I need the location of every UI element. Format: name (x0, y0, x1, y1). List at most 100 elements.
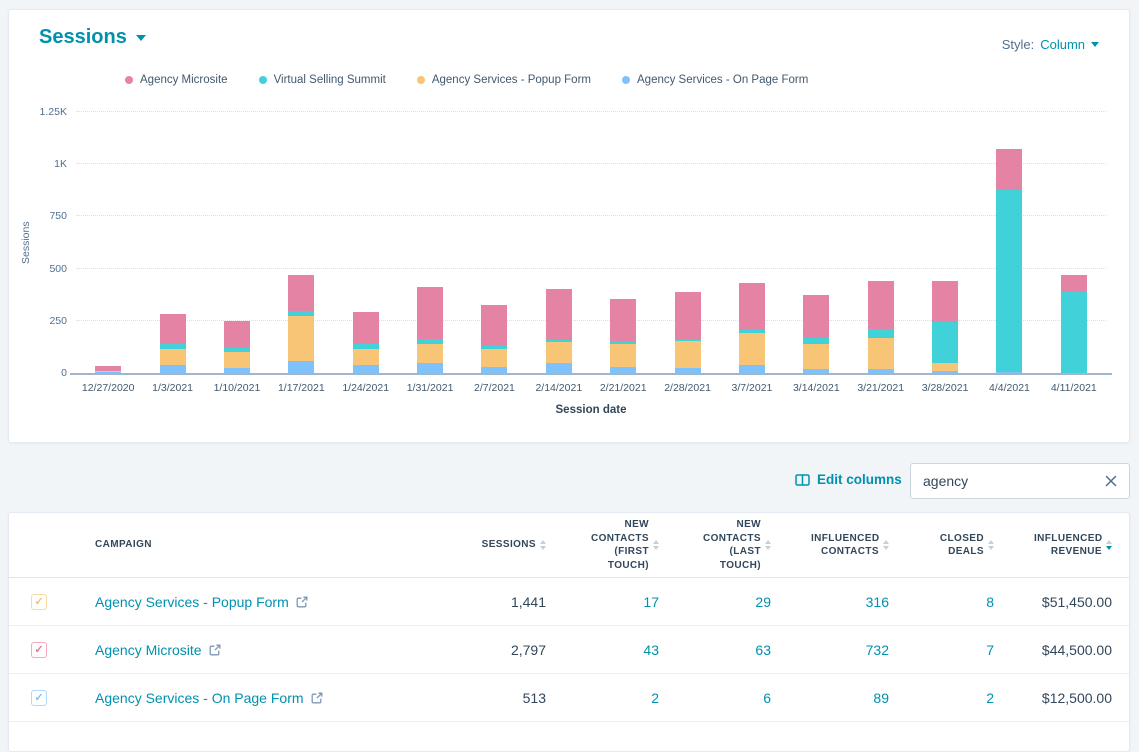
bar-slot (784, 112, 848, 373)
bar-2/14/2021[interactable] (545, 289, 572, 373)
metric-link[interactable]: 8 (889, 594, 994, 610)
bar-segment[interactable] (610, 299, 637, 341)
close-icon[interactable] (1104, 474, 1118, 488)
metric-link[interactable]: 63 (659, 642, 771, 658)
bar-segment[interactable] (610, 343, 637, 367)
x-tick-label: 1/17/2021 (277, 382, 325, 394)
bar-segment[interactable] (159, 365, 186, 373)
metric-link[interactable]: 29 (659, 594, 771, 610)
bar-slot (269, 112, 333, 373)
bar-segment[interactable] (288, 315, 315, 361)
bar-2/21/2021[interactable] (610, 299, 637, 373)
x-tick-label: 3/21/2021 (857, 382, 905, 394)
bar-segment[interactable] (996, 148, 1023, 191)
search-input[interactable] (911, 473, 1104, 489)
legend-item[interactable]: Agency Services - Popup Form (416, 74, 591, 86)
bar-segment[interactable] (288, 360, 315, 373)
bar-segment[interactable] (417, 343, 444, 363)
legend-item[interactable]: Agency Services - On Page Form (622, 74, 808, 86)
bar-segment[interactable] (996, 190, 1023, 372)
bar-slot (913, 112, 977, 373)
bar-segment[interactable] (352, 348, 379, 366)
bar-segment[interactable] (932, 321, 959, 364)
campaign-link[interactable]: Agency Microsite (95, 642, 221, 658)
bar-4/11/2021[interactable] (1060, 274, 1087, 373)
column-header-new_contacts_first_touch[interactable]: NEW CONTACTS (FIRST TOUCH) (546, 518, 659, 572)
bar-segment[interactable] (867, 337, 894, 369)
bar-segment[interactable] (223, 321, 250, 348)
column-header-influenced_contacts[interactable]: INFLUENCED CONTACTS (771, 532, 889, 559)
bar-1/17/2021[interactable] (288, 274, 315, 373)
bar-segment[interactable] (738, 283, 765, 331)
legend-item[interactable]: Agency Microsite (125, 74, 228, 86)
bar-segment[interactable] (159, 314, 186, 344)
bar-2/7/2021[interactable] (481, 304, 508, 373)
x-tick-label: 12/27/2020 (81, 382, 135, 394)
table-row: ✓ Agency Services - Popup Form 1,441 17 29 31… (9, 578, 1129, 626)
bar-segment[interactable] (867, 280, 894, 329)
bar-segment[interactable] (417, 362, 444, 373)
bar-3/21/2021[interactable] (867, 280, 894, 373)
table-header-row: CAMPAIGN SESSIONS NEW CONTACTS (FIRST TOUC… (9, 513, 1129, 578)
bar-segment[interactable] (867, 328, 894, 338)
edit-columns-button[interactable]: Edit columns (795, 472, 902, 487)
bar-segment[interactable] (481, 304, 508, 346)
metric-link[interactable]: 17 (546, 594, 659, 610)
bar-segment[interactable] (738, 365, 765, 373)
bar-segment[interactable] (288, 274, 315, 311)
column-header-new_contacts_last_touch[interactable]: NEW CONTACTS (LAST TOUCH) (659, 518, 771, 572)
metric-link[interactable]: 2 (889, 690, 994, 706)
column-header-closed_deals[interactable]: CLOSED DEALS (889, 532, 994, 559)
metric-link[interactable]: 6 (659, 690, 771, 706)
bar-1/10/2021[interactable] (223, 321, 250, 373)
bar-segment[interactable] (545, 289, 572, 340)
bar-1/3/2021[interactable] (159, 314, 186, 373)
campaign-link[interactable]: Agency Services - Popup Form (95, 594, 308, 610)
metric-link[interactable]: 43 (546, 642, 659, 658)
column-header-label: CAMPAIGN (95, 539, 152, 551)
bar-segment[interactable] (738, 332, 765, 366)
metric-link[interactable]: 7 (889, 642, 994, 658)
bar-segment[interactable] (223, 351, 250, 368)
row-checkbox[interactable]: ✓ (31, 641, 47, 658)
bar-4/4/2021[interactable] (996, 148, 1023, 373)
bar-segment[interactable] (352, 365, 379, 373)
bar-segment[interactable] (803, 294, 830, 338)
bar-1/31/2021[interactable] (417, 286, 444, 373)
bar-12/27/2020[interactable] (95, 365, 122, 373)
bar-segment[interactable] (1060, 291, 1087, 373)
bar-segment[interactable] (159, 348, 186, 366)
metric-link[interactable]: 2 (546, 690, 659, 706)
bar-3/14/2021[interactable] (803, 294, 830, 373)
row-checkbox[interactable]: ✓ (31, 689, 47, 706)
bar-segment[interactable] (803, 343, 830, 370)
bar-3/28/2021[interactable] (932, 280, 959, 373)
campaign-link[interactable]: Agency Services - On Page Form (95, 690, 323, 706)
metric-link[interactable]: 89 (771, 690, 889, 706)
metric-link[interactable]: 732 (771, 642, 889, 658)
style-dropdown[interactable]: Column (1040, 37, 1099, 52)
bar-1/24/2021[interactable] (352, 311, 379, 373)
report-title-dropdown[interactable]: Sessions (39, 26, 146, 49)
bar-2/28/2021[interactable] (674, 292, 701, 373)
x-tick-label: 4/4/2021 (989, 382, 1030, 394)
cell-new_contacts_first_touch: 17 (546, 594, 659, 610)
table-search (910, 463, 1130, 499)
bar-3/7/2021[interactable] (738, 283, 765, 373)
column-header-influenced_revenue[interactable]: INFLUENCED REVENUE (994, 532, 1129, 559)
metric-link[interactable]: 316 (771, 594, 889, 610)
legend-item[interactable]: Virtual Selling Summit (258, 74, 386, 86)
bar-segment[interactable] (1060, 274, 1087, 292)
bar-segment[interactable] (545, 362, 572, 373)
bar-segment[interactable] (674, 292, 701, 339)
bar-segment[interactable] (417, 286, 444, 339)
bar-segment[interactable] (674, 341, 701, 368)
bar-segment[interactable] (932, 363, 959, 371)
bar-segment[interactable] (545, 342, 572, 363)
column-header-sessions[interactable]: SESSIONS (389, 538, 546, 552)
row-checkbox[interactable]: ✓ (31, 593, 47, 610)
bar-segment[interactable] (932, 280, 959, 322)
bar-segment[interactable] (352, 311, 379, 344)
bar-segment[interactable] (481, 348, 508, 367)
legend-dot-icon (258, 76, 267, 84)
